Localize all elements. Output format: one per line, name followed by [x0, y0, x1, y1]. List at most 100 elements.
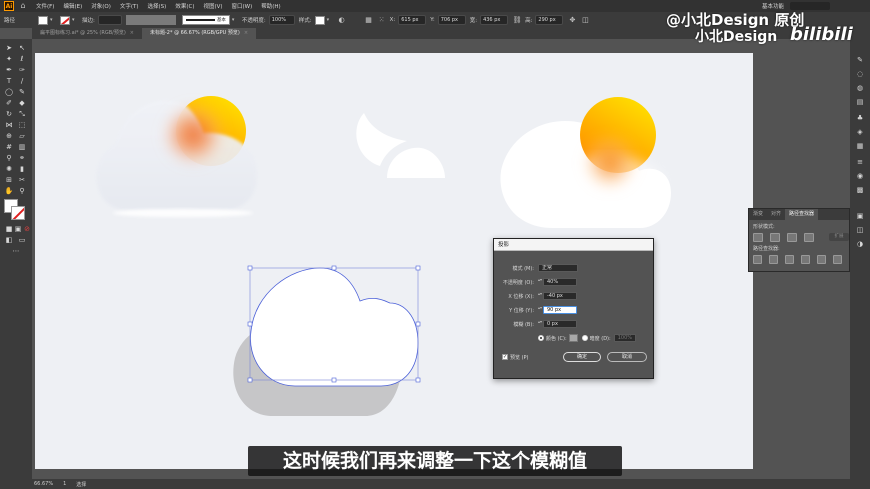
- minus-front-button[interactable]: [770, 233, 780, 242]
- perspective-grid-tool-icon[interactable]: ▱: [17, 132, 27, 141]
- screen-mode-icon[interactable]: ▭: [17, 236, 27, 245]
- opacity-input[interactable]: 100%: [268, 15, 295, 25]
- color-icon[interactable]: ◍: [855, 84, 865, 93]
- pathfinder-panel-icon[interactable]: ◫: [855, 226, 865, 235]
- tab-document-2[interactable]: 未标题-2* @ 66.67% (RGB/GPU 预览) ×: [142, 28, 257, 39]
- libraries-icon[interactable]: ◌: [855, 70, 865, 79]
- exclude-button[interactable]: [804, 233, 814, 242]
- tab-pathfinder[interactable]: 路径查找器: [785, 209, 819, 220]
- crop-button[interactable]: [801, 255, 810, 264]
- chevron-down-icon[interactable]: ▾: [327, 16, 333, 25]
- x-input[interactable]: 615 px: [398, 15, 427, 25]
- magic-wand-tool-icon[interactable]: ✦: [4, 55, 14, 64]
- stroke-color-box[interactable]: [11, 206, 25, 220]
- unite-button[interactable]: [753, 233, 763, 242]
- close-icon[interactable]: ×: [130, 30, 134, 36]
- tab-document-1[interactable]: 扁平图标练习.ai* @ 25% (RGB/预览) ×: [32, 28, 142, 39]
- zoom-tool-icon[interactable]: ⚲: [17, 187, 27, 196]
- y-input[interactable]: 706 px: [437, 15, 466, 25]
- rotate-tool-icon[interactable]: ↻: [4, 110, 14, 119]
- graphic-styles-icon[interactable]: ▩: [855, 186, 865, 195]
- mesh-tool-icon[interactable]: #: [4, 143, 14, 152]
- align-panel-icon[interactable]: ≡: [855, 158, 865, 167]
- menu-window[interactable]: 窗口(W): [232, 2, 253, 10]
- properties-icon[interactable]: ✎: [855, 56, 865, 65]
- tab-gradient[interactable]: 渐变: [749, 209, 767, 220]
- more-tools-icon[interactable]: ⋯: [11, 247, 21, 256]
- direct-selection-tool-icon[interactable]: ↖: [17, 44, 27, 53]
- chevron-down-icon[interactable]: ▾: [232, 16, 238, 25]
- menu-effect[interactable]: 效果(C): [175, 2, 194, 10]
- shadow-color-swatch[interactable]: [568, 334, 578, 342]
- eraser-tool-icon[interactable]: ◆: [17, 99, 27, 108]
- slice-tool-icon[interactable]: ✂: [17, 176, 27, 185]
- menu-file[interactable]: 文件(F): [36, 2, 54, 10]
- transparency-icon[interactable]: ◑: [855, 240, 865, 249]
- x-offset-field[interactable]: -40 px: [543, 292, 577, 300]
- trim-button[interactable]: [769, 255, 778, 264]
- brushes-icon[interactable]: ♣: [855, 114, 865, 123]
- brush-definition[interactable]: 基本: [181, 15, 230, 25]
- menu-type[interactable]: 文字(T): [120, 2, 139, 10]
- artboard-number[interactable]: 1: [63, 481, 66, 487]
- stepper-icon[interactable]: ▴▾: [538, 278, 542, 286]
- ok-button[interactable]: 确定: [563, 352, 601, 362]
- home-icon[interactable]: ⌂: [18, 1, 28, 11]
- variable-width-profile[interactable]: [125, 15, 176, 25]
- menu-view[interactable]: 视图(V): [203, 2, 222, 10]
- stepper-icon[interactable]: ▴▾: [538, 306, 542, 314]
- chevron-down-icon[interactable]: ▾: [72, 16, 78, 25]
- outline-button[interactable]: [817, 255, 826, 264]
- none-mode-icon[interactable]: ⊘: [22, 225, 32, 234]
- color-radio[interactable]: [538, 335, 544, 341]
- darkness-radio[interactable]: [581, 335, 588, 341]
- weather-icon-4[interactable]: [233, 265, 421, 416]
- weather-icon-3[interactable]: [500, 97, 671, 228]
- gradient-tool-icon[interactable]: ▥: [17, 143, 27, 152]
- link-icon[interactable]: ⛓: [512, 15, 522, 25]
- isolate-icon[interactable]: ◫: [580, 15, 590, 25]
- selection-tool-icon[interactable]: ➤: [4, 44, 14, 53]
- paintbrush-tool-icon[interactable]: ✎: [17, 88, 27, 97]
- scale-tool-icon[interactable]: ⤡: [17, 110, 27, 119]
- weather-icon-1[interactable]: [96, 96, 257, 217]
- weather-icon-2[interactable]: [356, 113, 445, 178]
- stroke-swatch[interactable]: [60, 15, 71, 25]
- menu-help[interactable]: 帮助(H): [261, 2, 280, 10]
- draw-mode-icon[interactable]: ◧: [4, 236, 14, 245]
- stroke-weight-input[interactable]: [97, 15, 122, 25]
- preview-checkbox[interactable]: ✓: [502, 354, 508, 360]
- curvature-tool-icon[interactable]: ✑: [17, 66, 27, 75]
- height-input[interactable]: 290 px: [535, 15, 564, 25]
- reference-point-icon[interactable]: ⁙: [377, 15, 387, 25]
- app-logo-icon[interactable]: Ai: [4, 1, 14, 11]
- swatches-icon[interactable]: ▤: [855, 98, 865, 107]
- hand-tool-icon[interactable]: ✋: [4, 187, 14, 196]
- ellipse-tool-icon[interactable]: ◯: [4, 88, 14, 97]
- appearance-icon[interactable]: ◉: [855, 172, 865, 181]
- graph-tool-icon[interactable]: ▮: [17, 165, 27, 174]
- stepper-icon[interactable]: ▴▾: [538, 320, 542, 328]
- blend-tool-icon[interactable]: ⚭: [17, 154, 27, 163]
- intersect-button[interactable]: [787, 233, 797, 242]
- pen-tool-icon[interactable]: ✒: [4, 66, 14, 75]
- mode-select[interactable]: 正常: [538, 264, 578, 272]
- merge-button[interactable]: [785, 255, 794, 264]
- recolor-icon[interactable]: ◐: [337, 15, 347, 25]
- transform-icon[interactable]: ✥: [567, 15, 577, 25]
- blur-field[interactable]: 0 px: [543, 320, 577, 328]
- type-tool-icon[interactable]: T: [4, 77, 14, 86]
- zoom-level[interactable]: 66.67%: [34, 481, 53, 487]
- lasso-tool-icon[interactable]: ℓ: [17, 55, 27, 64]
- width-input[interactable]: 436 px: [480, 15, 509, 25]
- transform-icon[interactable]: ▦: [855, 142, 865, 151]
- shape-builder-tool-icon[interactable]: ⊕: [4, 132, 14, 141]
- symbol-sprayer-tool-icon[interactable]: ✺: [4, 165, 14, 174]
- chevron-down-icon[interactable]: ▾: [50, 16, 56, 25]
- line-tool-icon[interactable]: /: [17, 77, 27, 86]
- gradient-panel-icon[interactable]: ▣: [855, 212, 865, 221]
- menu-object[interactable]: 对象(O): [91, 2, 111, 10]
- y-offset-field[interactable]: 90 px: [543, 306, 577, 314]
- expand-button[interactable]: 扩展: [829, 233, 849, 241]
- stepper-icon[interactable]: ▴▾: [538, 292, 542, 300]
